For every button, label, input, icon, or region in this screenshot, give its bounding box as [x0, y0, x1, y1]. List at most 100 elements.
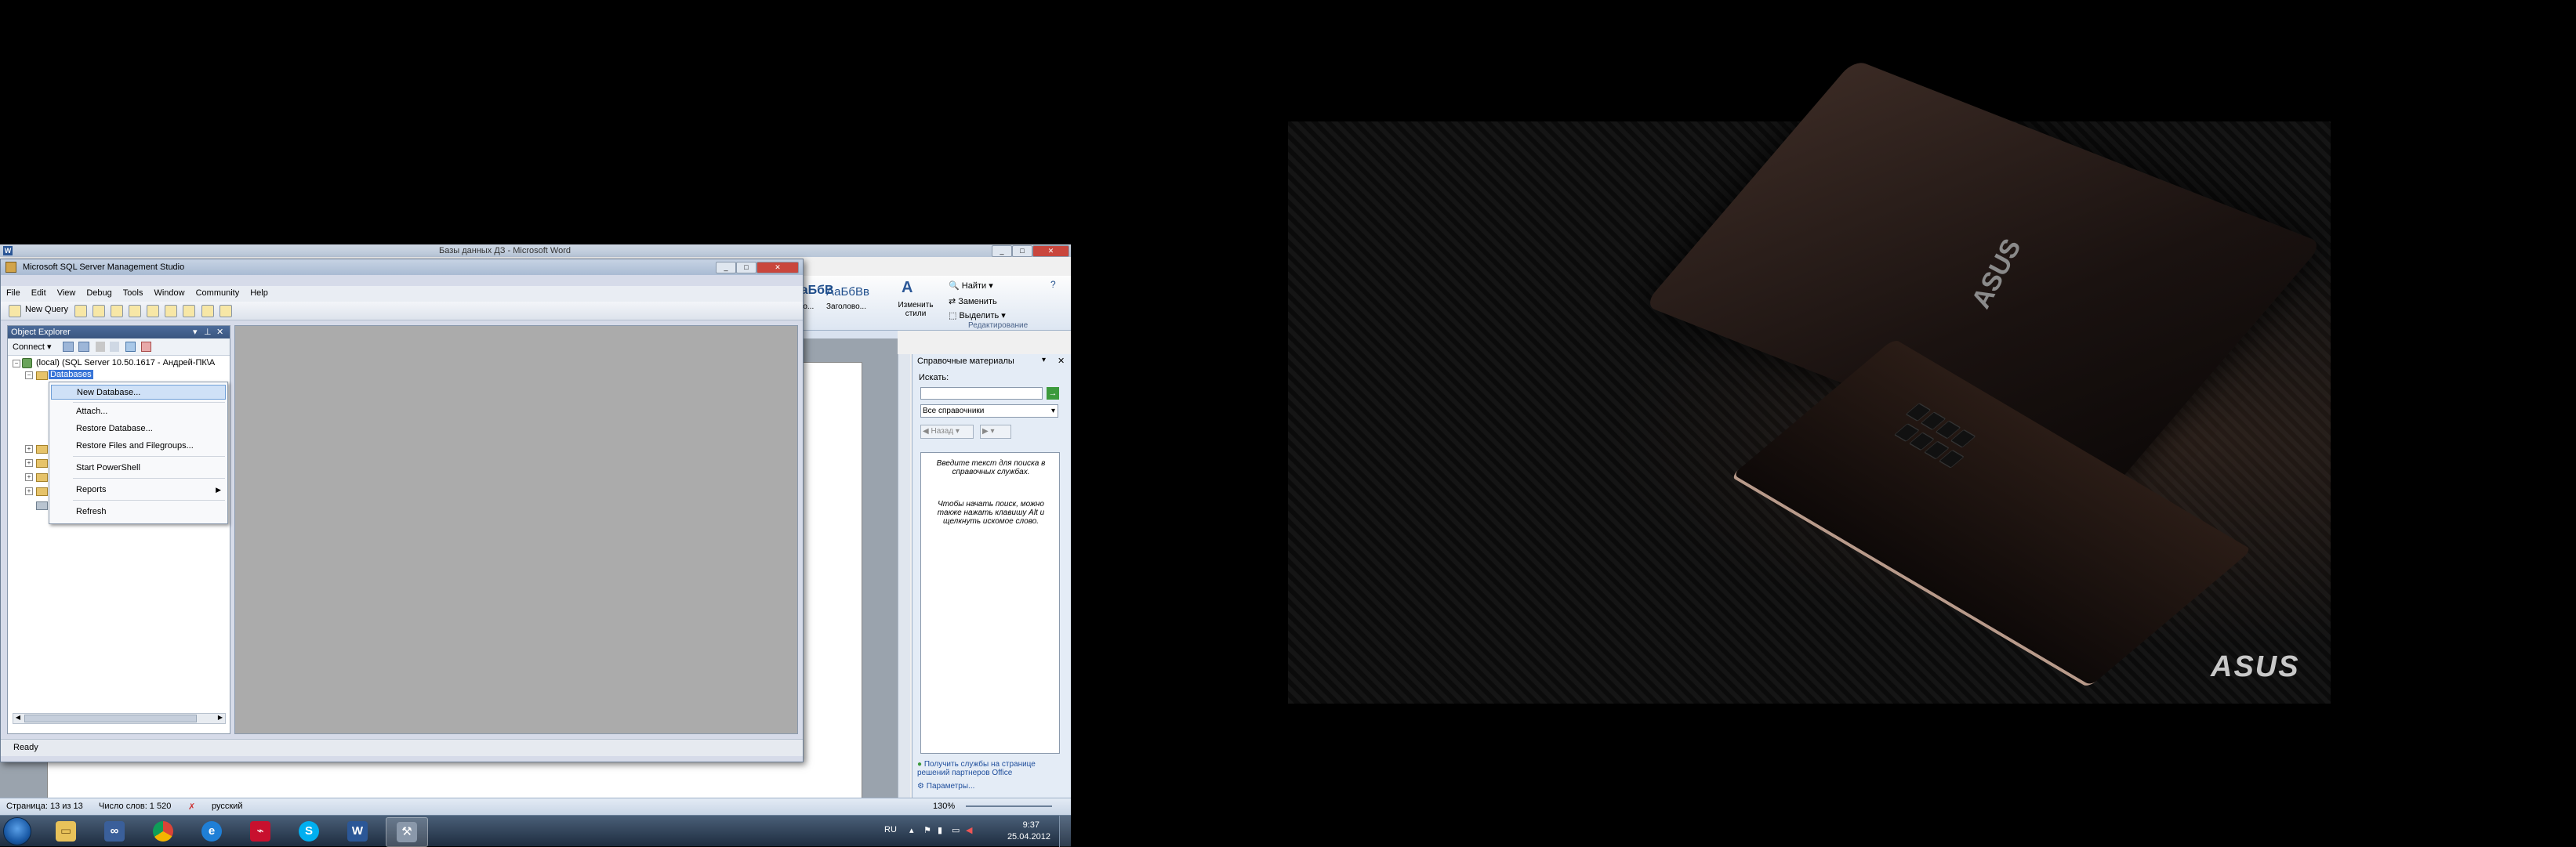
volume-icon[interactable]: ◀ [966, 825, 972, 835]
connect-button[interactable]: Connect ▾ [13, 342, 52, 352]
taskbar-ssms[interactable]: ⚒ [386, 817, 428, 847]
power-icon[interactable]: ▭ [952, 825, 960, 835]
scroll-thumb[interactable] [24, 715, 197, 722]
analysis-query-icon[interactable] [93, 305, 106, 317]
replace-button[interactable]: ⇄ Заменить [949, 296, 997, 306]
stop-icon[interactable] [96, 342, 105, 352]
ssms-close-button[interactable]: ✕ [756, 262, 799, 273]
pane-options-icon[interactable]: ▾ [1042, 356, 1046, 364]
back-button[interactable]: ◀ Назад ▾ [920, 425, 974, 439]
find-label: Найти [961, 281, 987, 291]
menu-restore-database[interactable]: Restore Database... [51, 422, 226, 436]
menu-community[interactable]: Community [190, 286, 245, 300]
page-count[interactable]: Страница: 13 из 13 [6, 802, 83, 811]
scope-select[interactable]: Все справочники ▾ [920, 404, 1058, 418]
menu-help[interactable]: Help [245, 286, 274, 300]
menu-restore-files[interactable]: Restore Files and Filegroups... [51, 439, 226, 454]
object-explorer-hscrollbar[interactable]: ◀ ▶ [13, 713, 226, 724]
taskbar-acrobat[interactable]: ⌁ [240, 817, 281, 845]
zoom-slider[interactable] [966, 805, 1052, 807]
word-vertical-scrollbar[interactable] [898, 354, 910, 798]
menu-new-database[interactable]: New Database... [51, 385, 226, 400]
ssms-app-icon[interactable] [5, 262, 16, 273]
partner-services-link[interactable]: ● Получить службы на странице решений па… [917, 760, 1066, 777]
menu-tools[interactable]: Tools [118, 286, 149, 300]
filter-icon[interactable] [110, 342, 119, 352]
show-desktop-button[interactable] [1059, 816, 1071, 847]
language-indicator[interactable]: RU [884, 825, 897, 834]
menu-start-powershell[interactable]: Start PowerShell [51, 461, 226, 476]
scroll-left-icon[interactable]: ◀ [13, 714, 23, 723]
open-file-icon[interactable] [165, 305, 178, 317]
chrome-icon [153, 821, 173, 842]
refresh-icon[interactable] [125, 342, 136, 352]
ssms-maximize-button[interactable]: □ [736, 262, 756, 273]
start-button[interactable] [3, 817, 31, 845]
expand-icon[interactable]: + [25, 445, 33, 453]
menu-window[interactable]: Window [148, 286, 190, 300]
databases-node[interactable]: Databases [49, 370, 93, 379]
taskbar-chrome[interactable] [143, 817, 183, 845]
activity-icon[interactable] [141, 342, 151, 352]
taskbar-ie[interactable]: e [191, 817, 232, 845]
xmla-query-icon[interactable] [147, 305, 160, 317]
taskbar-skype[interactable]: S [288, 817, 329, 845]
menu-attach[interactable]: Attach... [51, 404, 226, 419]
taskbar-explorer[interactable]: ▭ [45, 817, 86, 845]
zoom-level[interactable]: 130% [933, 802, 955, 811]
pane-close-icon[interactable]: ✕ [1058, 356, 1065, 366]
ssms-minimize-button[interactable]: _ [716, 262, 736, 273]
word-app-icon[interactable]: W [3, 246, 13, 255]
change-styles-icon[interactable]: A [902, 279, 923, 299]
menu-debug[interactable]: Debug [81, 286, 117, 300]
word-count[interactable]: Число слов: 1 520 [99, 802, 171, 811]
disconnect-icon[interactable] [78, 342, 89, 352]
server-node[interactable]: (local) (SQL Server 10.50.1617 - Андрей-… [36, 358, 215, 367]
forward-button[interactable]: ▶ ▾ [980, 425, 1011, 439]
close-icon[interactable]: ✕ [216, 327, 223, 337]
scroll-right-icon[interactable]: ▶ [216, 714, 225, 723]
new-query-button[interactable]: New Query [23, 302, 71, 317]
network-icon[interactable]: ▮ [938, 825, 942, 835]
word-close-button[interactable]: ✕ [1032, 245, 1069, 257]
show-hidden-icons[interactable]: ▴ [909, 825, 914, 835]
research-search-input[interactable] [920, 387, 1043, 400]
select-button[interactable]: ⬚ Выделить ▾ [949, 310, 1006, 320]
collapse-icon[interactable]: − [25, 371, 33, 379]
menu-edit[interactable]: Edit [26, 286, 52, 300]
pane-menu-icon[interactable]: ▾ [193, 327, 198, 337]
taskbar-app-3[interactable]: ∞ [94, 817, 135, 845]
menu-refresh[interactable]: Refresh [51, 505, 226, 519]
database-engine-query-icon[interactable] [74, 305, 88, 317]
word-maximize-button[interactable]: □ [1012, 245, 1032, 257]
options-link[interactable]: ⚙ Параметры... [917, 782, 1066, 791]
pin-icon[interactable]: ⊥ [204, 327, 212, 337]
expand-icon[interactable]: + [25, 459, 33, 467]
style-preview-2[interactable]: АаБбВв [826, 285, 869, 299]
mdx-query-icon[interactable] [111, 305, 124, 317]
menu-file[interactable]: File [1, 286, 26, 300]
activity-monitor-icon[interactable] [219, 305, 232, 317]
ie-icon: e [201, 821, 222, 842]
save-all-icon[interactable] [201, 305, 214, 317]
help-icon[interactable]: ? [1050, 279, 1056, 290]
language-indicator[interactable]: русский [212, 802, 242, 811]
taskbar-word[interactable]: W [337, 817, 378, 845]
clock-date[interactable]: 25.04.2012 [1007, 832, 1050, 842]
clock-time[interactable]: 9:37 [1023, 820, 1039, 830]
dmx-query-icon[interactable] [129, 305, 142, 317]
expand-icon[interactable]: + [25, 487, 33, 495]
search-go-button[interactable]: → [1047, 387, 1059, 400]
options-label: Параметры... [926, 782, 975, 791]
expand-icon[interactable]: + [25, 473, 33, 481]
menu-reports[interactable]: Reports ▶ [51, 483, 226, 498]
collapse-icon[interactable]: − [13, 360, 20, 367]
flag-icon[interactable]: ⚑ [923, 825, 931, 835]
save-icon[interactable] [183, 305, 196, 317]
word-minimize-button[interactable]: _ [992, 245, 1012, 257]
connect-object-icon[interactable] [63, 342, 74, 352]
proofing-icon[interactable]: ✗ [188, 802, 195, 812]
change-styles-label[interactable]: Изменить стили [892, 301, 939, 318]
menu-view[interactable]: View [52, 286, 82, 300]
find-button[interactable]: 🔍 Найти ▾ [949, 281, 993, 291]
